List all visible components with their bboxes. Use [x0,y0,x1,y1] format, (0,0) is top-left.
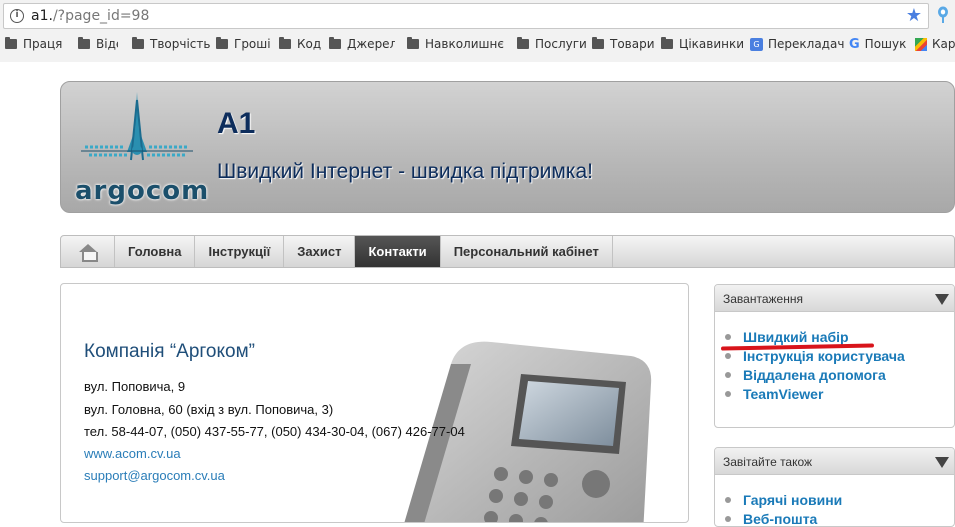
info-icon[interactable]: i [10,9,24,23]
download-link[interactable]: Швидкий набір [743,329,849,345]
bookmark-folder[interactable]: Праця [5,36,62,52]
also-visit-list: Гарячі новини Веб-пошта [725,490,842,527]
bookmark-label: Гроші [234,37,271,51]
bookmark-search[interactable]: G Пошук [849,36,906,52]
list-item: Швидкий набір [725,327,905,346]
bookmark-label: Творчість [150,37,211,51]
url-host: a1. [31,8,53,24]
list-item: Віддалена допомога [725,365,905,384]
bookmark-folder[interactable]: Товари [592,36,655,52]
bookmark-translate[interactable]: G Перекладач [750,36,844,52]
main-nav: Головна Інструкції Захист Контакти Персо… [60,235,955,268]
bookmark-folder[interactable]: Послуги [517,36,587,52]
argocom-logo[interactable]: argocom [75,90,210,206]
bullet-icon [725,352,731,359]
bookmark-label: Послуги [535,37,587,51]
list-item: TeamViewer [725,384,905,403]
bookmark-label: Цікавинки [679,37,745,51]
phone-numbers: тел. 58-44-07, (050) 437-55-77, (050) 43… [84,424,465,439]
bookmark-label: Пошук [864,37,907,51]
maps-icon [915,37,927,51]
nav-item-security[interactable]: Захист [284,236,356,267]
download-link[interactable]: Віддалена допомога [743,367,886,383]
bookmark-folder[interactable]: Код [279,36,321,52]
bullet-icon [725,390,731,397]
folder-icon [78,37,90,49]
collapse-triangle-icon[interactable] [935,294,949,305]
also-visit-link[interactable]: Гарячі новини [743,492,842,508]
address-line-2: вул. Головна, 60 (вхід з вул. Поповича, … [84,402,334,417]
bookmark-label: Навколишнє [425,37,504,51]
bookmark-folder[interactable]: Цікавинки [661,36,744,52]
bookmark-folder[interactable]: Відео [78,36,118,52]
bullet-icon [725,515,731,522]
download-link[interactable]: Інструкція користувача [743,348,905,364]
email-link[interactable]: support@argocom.cv.ua [84,468,225,483]
bullet-icon [725,496,731,503]
nav-item-instructions[interactable]: Інструкції [195,236,285,267]
list-item: Гарячі новини [725,490,842,509]
site-header: argocom A1 Швидкий Інтернет - швидка під… [60,81,955,213]
bookmark-label: Карт [932,37,955,51]
bookmarks-bar: Праця Відео Творчість Гроші Код Джерела … [0,33,955,55]
bookmark-folder[interactable]: Творчість [132,36,210,52]
company-name: Компанія “Аргоком” [84,341,255,362]
folder-icon [5,37,17,49]
downloads-widget: Завантаження Швидкий набір Інструкція ко… [714,284,955,428]
translate-icon: G [750,37,763,51]
bookmark-label: Відео [96,37,118,51]
folder-icon [592,37,604,49]
bookmark-label: Перекладач [768,37,845,51]
home-icon [78,243,98,262]
folder-icon [279,37,291,49]
bookmark-star-icon[interactable]: ★ [906,5,922,27]
folder-icon [329,37,341,49]
download-link[interactable]: TeamViewer [743,386,823,402]
bookmark-label: Код [297,37,322,51]
nav-item-contacts[interactable]: Контакти [355,236,441,267]
bookmark-maps[interactable]: Карт [915,36,955,52]
bullet-icon [725,333,731,340]
downloads-widget-header[interactable]: Завантаження [715,285,954,312]
bookmark-folder[interactable]: Навколишнє [407,36,504,52]
folder-icon [517,37,529,49]
address-bar[interactable]: i a1./?page_id=98 ★ [3,3,929,29]
bookmark-label: Праця [23,37,63,51]
site-title[interactable]: A1 [217,107,255,141]
folder-icon [216,37,228,49]
collapse-triangle-icon[interactable] [935,457,949,468]
bookmark-folder[interactable]: Джерела [329,36,395,52]
main-content: Компанія “Аргоком” вул. Поповича, 9 вул.… [60,283,689,523]
nav-item-account[interactable]: Персональний кабінет [441,236,613,267]
google-icon: G [849,36,860,52]
nav-item-home[interactable]: Головна [115,236,196,267]
bookmark-folder[interactable]: Гроші [216,36,271,52]
url-text[interactable]: a1./?page_id=98 [31,8,149,24]
tower-icon [81,92,193,161]
browser-chrome: i a1./?page_id=98 ★ Праця Відео Творчіст… [0,0,955,62]
also-visit-title: Завітайте також [723,455,813,469]
bookmark-label: Джерела [347,37,395,51]
logo-text: argocom [75,176,210,206]
folder-icon [661,37,673,49]
extension-icon[interactable] [936,6,950,24]
bookmark-label: Товари [610,37,655,51]
url-path: /?page_id=98 [52,8,150,24]
downloads-list: Швидкий набір Інструкція користувача Від… [725,327,905,403]
nav-home[interactable] [61,236,115,267]
also-visit-widget-header[interactable]: Завітайте також [715,448,954,475]
also-visit-widget: Завітайте також Гарячі новини Веб-пошта [714,447,955,527]
list-item: Веб-пошта [725,509,842,527]
folder-icon [132,37,144,49]
site-slogan: Швидкий Інтернет - швидка підтримка! [217,160,593,183]
downloads-title: Завантаження [723,292,803,306]
folder-icon [407,37,419,49]
address-line-1: вул. Поповича, 9 [84,379,186,394]
also-visit-link[interactable]: Веб-пошта [743,511,817,527]
bullet-icon [725,371,731,378]
website-link[interactable]: www.acom.cv.ua [84,446,181,461]
